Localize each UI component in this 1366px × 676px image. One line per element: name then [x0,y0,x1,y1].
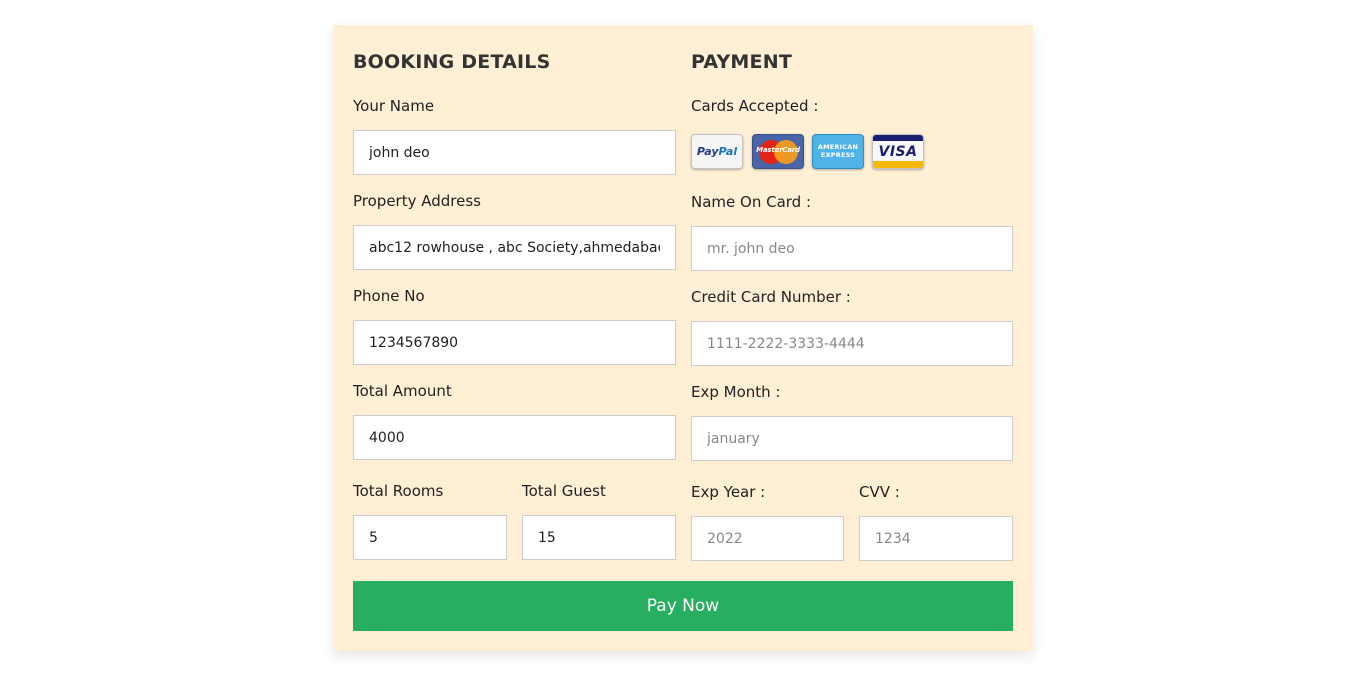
exp-month-input[interactable] [691,416,1013,461]
pay-now-button[interactable]: Pay Now [353,581,1013,631]
exp-year-label: Exp Year : [691,483,766,501]
your-name-input[interactable] [353,130,676,175]
total-guest-label: Total Guest [522,482,606,500]
credit-card-number-input[interactable] [691,321,1013,366]
your-name-label: Your Name [353,97,435,115]
total-rooms-label: Total Rooms [353,482,444,500]
mastercard-icon: MasterCard [752,134,804,169]
credit-card-number-label: Credit Card Number : [691,288,851,306]
total-amount-input[interactable] [353,415,676,460]
name-on-card-label: Name On Card : [691,193,812,211]
total-rooms-input[interactable] [353,515,507,560]
total-guest-input[interactable] [522,515,676,560]
property-address-label: Property Address [353,192,481,210]
payment-title: PAYMENT [691,51,792,73]
booking-details-title: BOOKING DETAILS [353,51,551,73]
booking-payment-form: BOOKING DETAILS Your Name Property Addre… [333,25,1033,651]
phone-no-label: Phone No [353,287,425,305]
cvv-input[interactable] [859,516,1013,561]
paypal-icon: PayPal [691,134,743,169]
property-address-input[interactable] [353,225,676,270]
visa-icon: VISA [872,134,924,169]
cvv-label: CVV : [859,483,900,501]
name-on-card-input[interactable] [691,226,1013,271]
cards-accepted-label: Cards Accepted : [691,97,819,115]
american-express-icon: AMERICAN EXPRESS [812,134,864,169]
exp-month-label: Exp Month : [691,383,781,401]
phone-no-input[interactable] [353,320,676,365]
exp-year-input[interactable] [691,516,844,561]
total-amount-label: Total Amount [353,382,452,400]
